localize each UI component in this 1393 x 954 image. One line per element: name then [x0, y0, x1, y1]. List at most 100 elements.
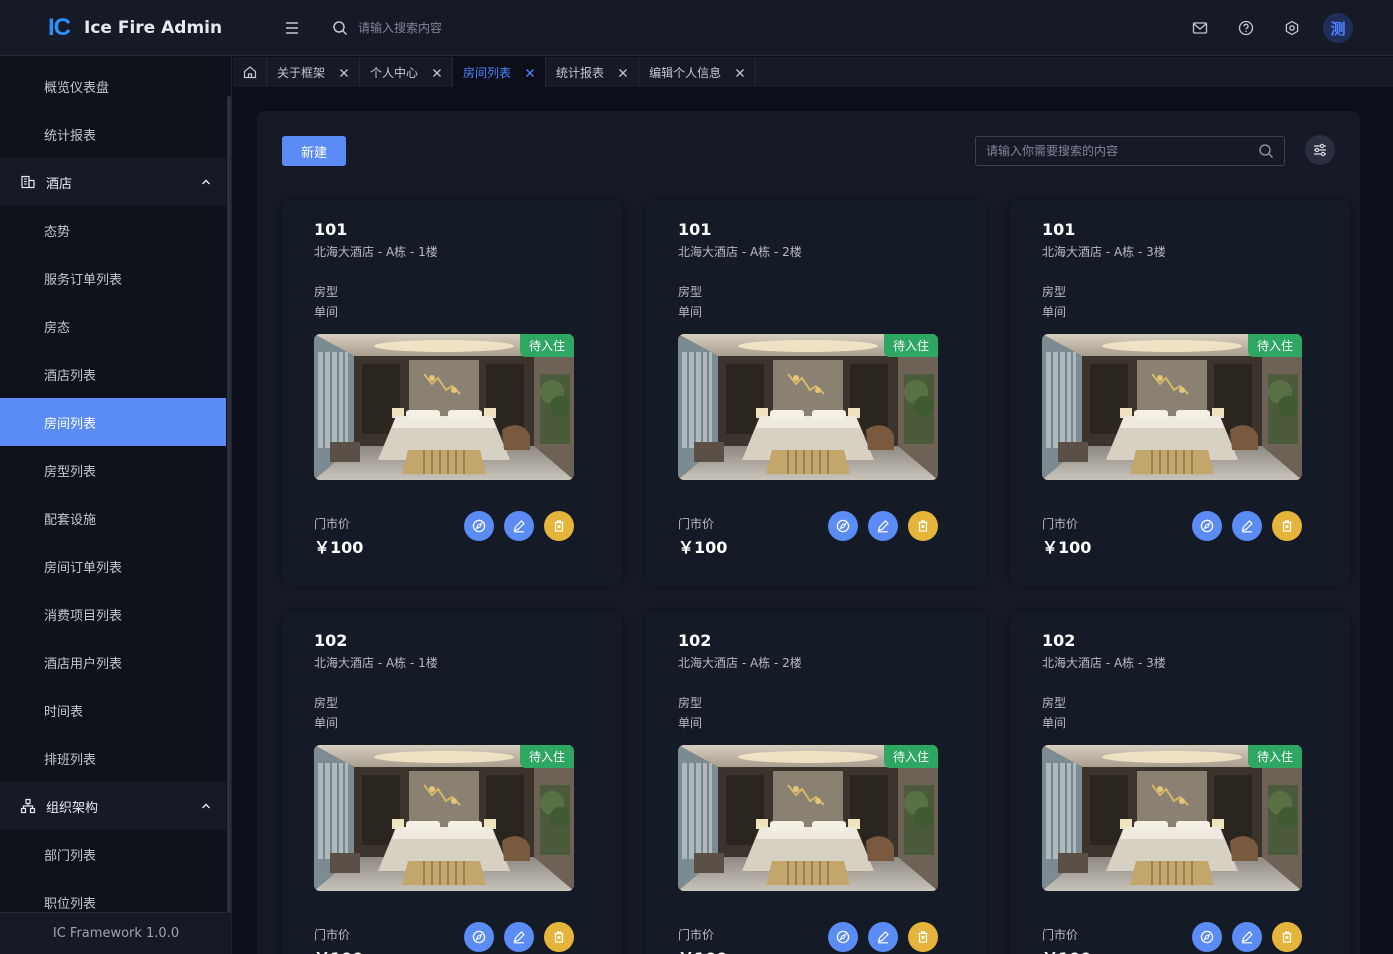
edit-icon	[513, 931, 525, 944]
chevron-up-icon	[200, 176, 212, 192]
sidebar-item-label: 房间列表	[44, 416, 97, 432]
sidebar-item[interactable]: 房态	[0, 302, 226, 350]
delete-button[interactable]	[1272, 511, 1302, 541]
logo-mark: IC	[48, 14, 71, 41]
tab-label: 统计报表	[556, 65, 605, 80]
room-type-value: 单间	[314, 716, 339, 730]
sidebar-item[interactable]: 态势	[0, 206, 226, 254]
sidebar-group[interactable]: 酒店	[0, 158, 226, 206]
sidebar-group[interactable]: 组织架构	[0, 782, 226, 830]
room-photo[interactable]: 待入住	[1042, 334, 1302, 480]
sidebar-item-label: 职位列表	[44, 896, 97, 912]
sidebar-item[interactable]: 酒店用户列表	[0, 638, 226, 686]
global-search-input[interactable]	[358, 21, 608, 35]
room-card: 102 北海大酒店 - A栋 - 3楼房型单间待入住门市价 ￥100	[1010, 611, 1350, 954]
sidebar-item-label: 服务订单列表	[44, 272, 123, 288]
tab-item[interactable]: 关于框架	[267, 57, 361, 87]
price-label: 门市价	[314, 517, 351, 531]
trash-icon	[918, 520, 928, 532]
room-location: 北海大酒店 - A栋 - 1楼	[314, 656, 438, 670]
close-icon[interactable]	[735, 67, 745, 77]
sidebar-item[interactable]: 房间列表	[0, 398, 226, 446]
sidebar-item[interactable]: 统计报表	[0, 110, 226, 158]
tab-label: 房间列表	[463, 65, 512, 80]
global-search[interactable]	[332, 16, 632, 40]
room-photo[interactable]: 待入住	[314, 334, 574, 480]
room-photo[interactable]: 待入住	[678, 334, 938, 480]
trash-icon	[1282, 931, 1292, 943]
view-button[interactable]	[828, 511, 858, 541]
tab-item[interactable]: 编辑个人信息	[639, 57, 757, 87]
edit-button[interactable]	[1232, 922, 1262, 952]
tab-item[interactable]: 房间列表	[453, 57, 547, 87]
trash-icon	[554, 520, 564, 532]
price-label: 门市价	[314, 928, 351, 942]
compass-icon	[1200, 519, 1214, 533]
sidebar-item-label: 酒店用户列表	[44, 656, 123, 672]
sidebar-item[interactable]: 时间表	[0, 686, 226, 734]
sidebar-item-label: 房型列表	[44, 464, 97, 480]
app-logo[interactable]: IC Ice Fire Admin	[48, 14, 222, 42]
edit-button[interactable]	[504, 922, 534, 952]
tab-item[interactable]: 个人中心	[360, 57, 454, 87]
edit-button[interactable]	[504, 511, 534, 541]
delete-button[interactable]	[544, 922, 574, 952]
sliders-icon	[1314, 143, 1326, 157]
menu-toggle-icon[interactable]	[282, 18, 302, 38]
view-button[interactable]	[464, 922, 494, 952]
sidebar-item[interactable]: 房型列表	[0, 446, 226, 494]
room-photo[interactable]: 待入住	[1042, 745, 1302, 891]
close-icon[interactable]	[432, 67, 442, 77]
room-search-input[interactable]	[976, 144, 1258, 158]
view-button[interactable]	[464, 511, 494, 541]
sidebar-item[interactable]: 概览仪表盘	[0, 62, 226, 110]
close-icon[interactable]	[618, 67, 628, 77]
main-content: 新建 101北海大酒店 - A栋 - 1楼房型单间待入住门市价￥100101北海…	[257, 111, 1360, 954]
room-photo[interactable]: 待入住	[678, 745, 938, 891]
sidebar-item[interactable]: 房间订单列表	[0, 542, 226, 590]
sidebar-item-label: 部门列表	[44, 848, 97, 864]
delete-button[interactable]	[908, 511, 938, 541]
room-search[interactable]	[975, 136, 1285, 166]
chevron-up-icon	[200, 800, 212, 816]
close-icon[interactable]	[339, 67, 349, 77]
view-button[interactable]	[1192, 511, 1222, 541]
settings-icon[interactable]	[1277, 13, 1307, 43]
sidebar-item[interactable]: 部门列表	[0, 830, 226, 878]
edit-button[interactable]	[868, 922, 898, 952]
edit-button[interactable]	[868, 511, 898, 541]
room-type-label: 房型	[1042, 696, 1067, 710]
tab-home[interactable]	[233, 57, 267, 87]
edit-icon	[877, 520, 889, 533]
close-icon[interactable]	[525, 67, 535, 77]
status-badge: 待入住	[1247, 334, 1302, 357]
help-icon[interactable]	[1231, 13, 1261, 43]
mail-icon[interactable]	[1185, 13, 1215, 43]
building-icon	[20, 174, 36, 190]
room-photo[interactable]: 待入住	[314, 745, 574, 891]
edit-button[interactable]	[1232, 511, 1262, 541]
sidebar-item[interactable]: 消费项目列表	[0, 590, 226, 638]
filter-settings-button[interactable]	[1305, 135, 1335, 165]
view-button[interactable]	[828, 922, 858, 952]
sidebar-item[interactable]: 酒店列表	[0, 350, 226, 398]
new-button[interactable]: 新建	[282, 136, 346, 166]
room-card: 102 北海大酒店 - A栋 - 2楼房型单间待入住门市价 ￥100	[646, 611, 986, 954]
delete-button[interactable]	[1272, 922, 1302, 952]
view-button[interactable]	[1192, 922, 1222, 952]
sidebar-item-label: 房间订单列表	[44, 560, 123, 576]
room-card: 101 北海大酒店 - A栋 - 3楼 房型 单间 待入住 门市价 ￥100	[1010, 200, 1350, 586]
delete-button[interactable]	[544, 511, 574, 541]
delete-button[interactable]	[908, 922, 938, 952]
tab-item[interactable]: 统计报表	[546, 57, 640, 87]
sidebar-item[interactable]: 排班列表	[0, 734, 226, 782]
sidebar-footer: IC Framework 1.0.0	[0, 912, 231, 954]
sidebar-item[interactable]: 服务订单列表	[0, 254, 226, 302]
tab-label: 编辑个人信息	[649, 65, 722, 80]
sidebar-item[interactable]: 配套设施	[0, 494, 226, 542]
compass-icon	[836, 519, 850, 533]
search-icon[interactable]	[1258, 143, 1274, 159]
user-avatar[interactable]: 测	[1323, 13, 1353, 43]
compass-icon	[836, 930, 850, 944]
sidebar-scrollbar[interactable]	[227, 96, 231, 914]
